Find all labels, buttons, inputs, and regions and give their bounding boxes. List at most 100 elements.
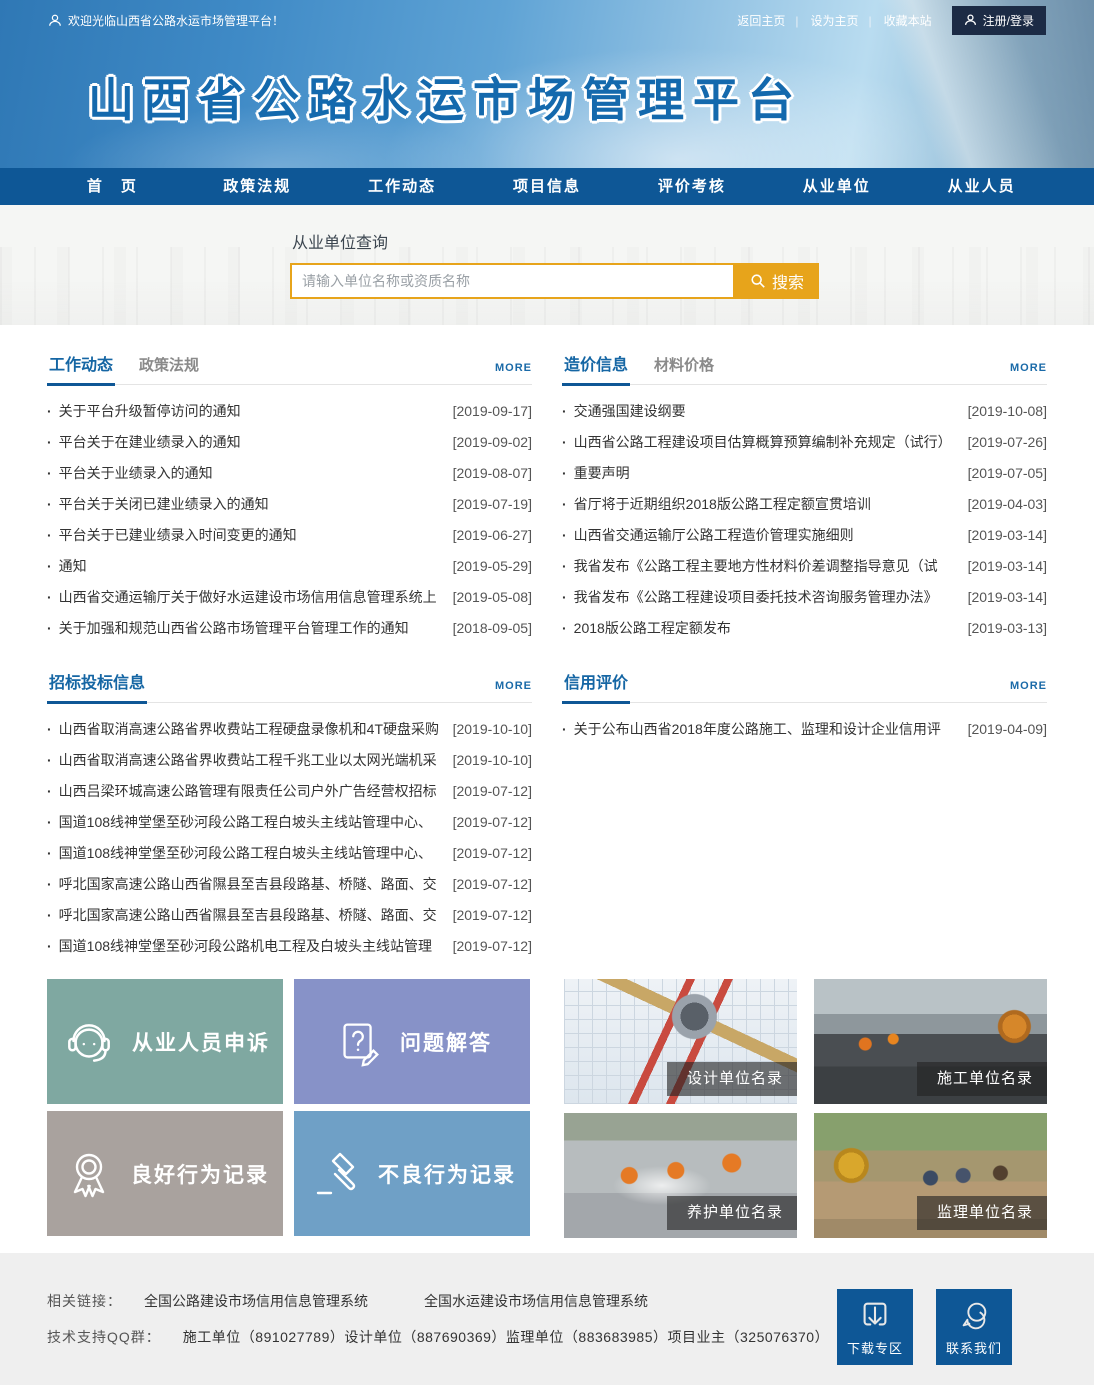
list-item[interactable]: 关于加强和规范山西省公路市场管理平台管理工作的通知 [2018-09-05] <box>47 612 532 643</box>
footer-link[interactable]: 全国水运建设市场信用信息管理系统 <box>424 1291 648 1311</box>
tab-bidding[interactable]: 招标投标信息 <box>47 669 147 704</box>
topbar-link[interactable]: 收藏本站 <box>878 12 938 29</box>
topbar-link[interactable]: 返回主页 <box>731 12 804 29</box>
photo-caption[interactable]: 设计单位名录 <box>667 1062 797 1096</box>
login-button[interactable]: 注册/登录 <box>952 6 1046 35</box>
list-item[interactable]: 山西省取消高速公路省界收费站工程千兆工业以太网光端机采 [2019-10-10] <box>47 744 532 775</box>
news-title[interactable]: 国道108线神堂堡至砂河段公路机电工程及白坡头主线站管理 <box>47 936 445 956</box>
list-item[interactable]: 山西省交通运输厅公路工程造价管理实施细则 [2019-03-14] <box>562 519 1047 550</box>
list-item[interactable]: 我省发布《公路工程主要地方性材料价差调整指导意见（试 [2019-03-14] <box>562 550 1047 581</box>
nav-item[interactable]: 项目信息 <box>475 168 620 205</box>
topbar-link[interactable]: 设为主页 <box>805 12 878 29</box>
news-date: [2019-06-27] <box>453 527 532 543</box>
news-title[interactable]: 呼北国家高速公路山西省隰县至吉县段路基、桥隧、路面、交 <box>47 905 445 925</box>
more-link-credit[interactable]: MORE <box>1010 680 1047 702</box>
footer-link[interactable]: 全国公路建设市场信用信息管理系统 <box>144 1291 368 1311</box>
nav-item[interactable]: 首 页 <box>40 168 185 205</box>
tile-label: 不良行为记录 <box>378 1159 516 1189</box>
news-date: [2018-09-05] <box>453 620 532 636</box>
list-item[interactable]: 平台关于关闭已建业绩录入的通知 [2019-07-19] <box>47 488 532 519</box>
contact-us-button[interactable]: 联系我们 <box>936 1289 1012 1365</box>
news-date: [2019-10-10] <box>453 721 532 737</box>
more-link-work[interactable]: MORE <box>495 362 532 384</box>
list-item[interactable]: 交通强国建设纲要 [2019-10-08] <box>562 395 1047 426</box>
tile-bad-record[interactable]: 不良行为记录 <box>294 1111 530 1236</box>
list-item[interactable]: 平台关于业绩录入的通知 [2019-08-07] <box>47 457 532 488</box>
news-title[interactable]: 平台关于已建业绩录入时间变更的通知 <box>47 525 445 545</box>
quick-tiles: 从业人员申诉 问题解答 良好行为 <box>47 979 530 1238</box>
list-item[interactable]: 省厅将于近期组织2018版公路工程定额宣贯培训 [2019-04-03] <box>562 488 1047 519</box>
tab-credit[interactable]: 信用评价 <box>562 669 630 704</box>
news-title[interactable]: 山西省公路工程建设项目估算概算预算编制补充规定（试行） <box>562 432 960 452</box>
news-title[interactable]: 山西省交通运输厅关于做好水运建设市场信用信息管理系统上 <box>47 587 445 607</box>
photo-construction-units[interactable]: 施工单位名录 <box>814 979 1047 1104</box>
news-title[interactable]: 交通强国建设纲要 <box>562 401 960 421</box>
search-input[interactable] <box>290 263 735 299</box>
work-news-list: 关于平台升级暂停访问的通知 [2019-09-17] 平台关于在建业绩录入的通知… <box>47 395 532 643</box>
news-title[interactable]: 山西吕梁环城高速公路管理有限责任公司户外广告经营权招标 <box>47 781 445 801</box>
news-title[interactable]: 我省发布《公路工程建设项目委托技术咨询服务管理办法》 <box>562 587 960 607</box>
news-title[interactable]: 我省发布《公路工程主要地方性材料价差调整指导意见（试 <box>562 556 960 576</box>
news-date: [2019-07-12] <box>453 907 532 923</box>
photo-design-units[interactable]: 设计单位名录 <box>564 979 797 1104</box>
list-item[interactable]: 国道108线神堂堡至砂河段公路工程白坡头主线站管理中心、 [2019-07-12… <box>47 837 532 868</box>
news-title[interactable]: 通知 <box>47 556 445 576</box>
tile-qa[interactable]: 问题解答 <box>294 979 530 1104</box>
photo-maintenance-units[interactable]: 养护单位名录 <box>564 1113 797 1238</box>
news-title[interactable]: 平台关于在建业绩录入的通知 <box>47 432 445 452</box>
photo-caption[interactable]: 施工单位名录 <box>917 1062 1047 1096</box>
news-title[interactable]: 平台关于关闭已建业绩录入的通知 <box>47 494 445 514</box>
news-title[interactable]: 关于公布山西省2018年度公路施工、监理和设计企业信用评 <box>562 719 960 739</box>
news-title[interactable]: 山西省交通运输厅公路工程造价管理实施细则 <box>562 525 960 545</box>
list-item[interactable]: 山西省公路工程建设项目估算概算预算编制补充规定（试行） [2019-07-26] <box>562 426 1047 457</box>
nav-item[interactable]: 工作动态 <box>330 168 475 205</box>
list-item[interactable]: 山西省交通运输厅关于做好水运建设市场信用信息管理系统上 [2019-05-08] <box>47 581 532 612</box>
tile-personnel-appeal[interactable]: 从业人员申诉 <box>47 979 283 1104</box>
list-item[interactable]: 山西吕梁环城高速公路管理有限责任公司户外广告经营权招标 [2019-07-12] <box>47 775 532 806</box>
news-title[interactable]: 关于加强和规范山西省公路市场管理平台管理工作的通知 <box>47 618 445 638</box>
list-item[interactable]: 我省发布《公路工程建设项目委托技术咨询服务管理办法》 [2019-03-14] <box>562 581 1047 612</box>
list-item[interactable]: 国道108线神堂堡至砂河段公路机电工程及白坡头主线站管理 [2019-07-12… <box>47 930 532 961</box>
news-title[interactable]: 平台关于业绩录入的通知 <box>47 463 445 483</box>
tab-cost-info[interactable]: 造价信息 <box>562 351 630 386</box>
list-item[interactable]: 国道108线神堂堡至砂河段公路工程白坡头主线站管理中心、 [2019-07-12… <box>47 806 532 837</box>
news-title[interactable]: 山西省取消高速公路省界收费站工程千兆工业以太网光端机采 <box>47 750 445 770</box>
search-button[interactable]: 搜索 <box>735 263 819 299</box>
more-link-cost[interactable]: MORE <box>1010 362 1047 384</box>
tile-good-record[interactable]: 良好行为记录 <box>47 1111 283 1236</box>
list-item[interactable]: 关于公布山西省2018年度公路施工、监理和设计企业信用评 [2019-04-09… <box>562 713 1047 744</box>
photo-supervision-units[interactable]: 监理单位名录 <box>814 1113 1047 1238</box>
news-title[interactable]: 2018版公路工程定额发布 <box>562 618 960 638</box>
news-date: [2019-07-12] <box>453 814 532 830</box>
news-title[interactable]: 关于平台升级暂停访问的通知 <box>47 401 445 421</box>
list-item[interactable]: 山西省取消高速公路省界收费站工程硬盘录像机和4T硬盘采购 [2019-10-10… <box>47 713 532 744</box>
news-title[interactable]: 呼北国家高速公路山西省隰县至吉县段路基、桥隧、路面、交 <box>47 874 445 894</box>
tab-policy[interactable]: 政策法规 <box>137 354 201 384</box>
download-zone-button[interactable]: 下载专区 <box>837 1289 913 1365</box>
search-band: 从业单位查询 搜索 <box>0 205 1094 325</box>
list-item[interactable]: 平台关于已建业绩录入时间变更的通知 [2019-06-27] <box>47 519 532 550</box>
list-item[interactable]: 平台关于在建业绩录入的通知 [2019-09-02] <box>47 426 532 457</box>
download-icon <box>858 1298 892 1332</box>
list-item[interactable]: 通知 [2019-05-29] <box>47 550 532 581</box>
tab-work-news[interactable]: 工作动态 <box>47 351 115 386</box>
list-item[interactable]: 关于平台升级暂停访问的通知 [2019-09-17] <box>47 395 532 426</box>
news-title[interactable]: 国道108线神堂堡至砂河段公路工程白坡头主线站管理中心、 <box>47 812 445 832</box>
more-link-bidding[interactable]: MORE <box>495 680 532 702</box>
news-title[interactable]: 省厅将于近期组织2018版公路工程定额宣贯培训 <box>562 494 960 514</box>
nav-item[interactable]: 评价考核 <box>619 168 764 205</box>
list-item[interactable]: 2018版公路工程定额发布 [2019-03-13] <box>562 612 1047 643</box>
tab-material-price[interactable]: 材料价格 <box>652 354 716 384</box>
news-date: [2019-03-14] <box>968 558 1047 574</box>
list-item[interactable]: 重要声明 [2019-07-05] <box>562 457 1047 488</box>
list-item[interactable]: 呼北国家高速公路山西省隰县至吉县段路基、桥隧、路面、交 [2019-07-12] <box>47 899 532 930</box>
news-title[interactable]: 重要声明 <box>562 463 960 483</box>
list-item[interactable]: 呼北国家高速公路山西省隰县至吉县段路基、桥隧、路面、交 [2019-07-12] <box>47 868 532 899</box>
nav-item[interactable]: 从业人员 <box>909 168 1054 205</box>
nav-item[interactable]: 从业单位 <box>764 168 909 205</box>
news-title[interactable]: 国道108线神堂堡至砂河段公路工程白坡头主线站管理中心、 <box>47 843 445 863</box>
nav-item[interactable]: 政策法规 <box>185 168 330 205</box>
photo-caption[interactable]: 监理单位名录 <box>917 1196 1047 1230</box>
news-title[interactable]: 山西省取消高速公路省界收费站工程硬盘录像机和4T硬盘采购 <box>47 719 445 739</box>
photo-caption[interactable]: 养护单位名录 <box>667 1196 797 1230</box>
